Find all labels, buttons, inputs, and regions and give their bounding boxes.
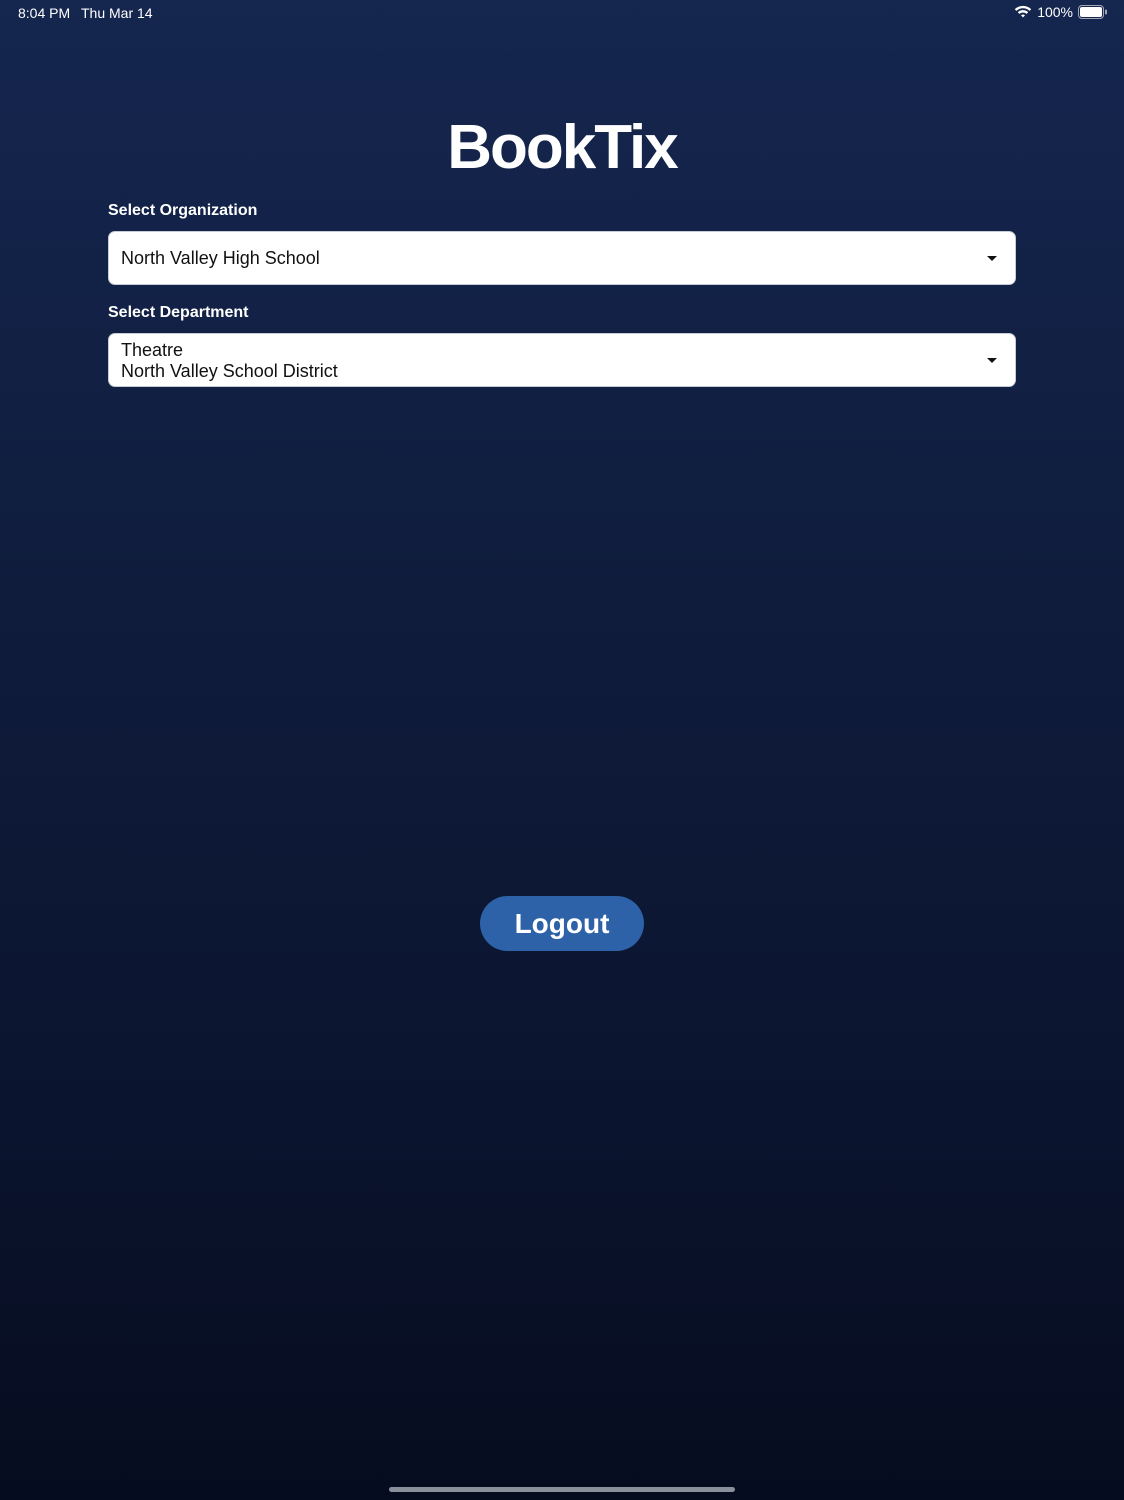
battery-icon [1078, 5, 1108, 19]
status-time: 8:04 PM [18, 5, 71, 21]
organization-label: Select Organization [108, 202, 258, 219]
organization-selected-value: North Valley High School [121, 248, 320, 268]
department-select[interactable]: Theatre North Valley School District [108, 333, 1016, 387]
status-date: Thu Mar 14 [81, 5, 153, 21]
department-selected-district: North Valley School District [121, 361, 338, 381]
department-selected-name: Theatre [121, 340, 184, 360]
wifi-icon [1014, 5, 1032, 19]
department-label: Select Department [108, 304, 249, 321]
booktix-logo: BookTix [447, 113, 678, 182]
organization-select[interactable]: North Valley High School [108, 231, 1016, 285]
battery-percentage: 100% [1037, 4, 1073, 20]
chevron-down-icon [987, 256, 997, 261]
logout-button[interactable]: Logout [480, 896, 644, 951]
status-bar: 8:04 PM Thu Mar 14 100% [0, 0, 1124, 28]
status-indicators: 100% [1014, 4, 1108, 20]
home-indicator [389, 1487, 735, 1492]
chevron-down-icon [987, 358, 997, 363]
